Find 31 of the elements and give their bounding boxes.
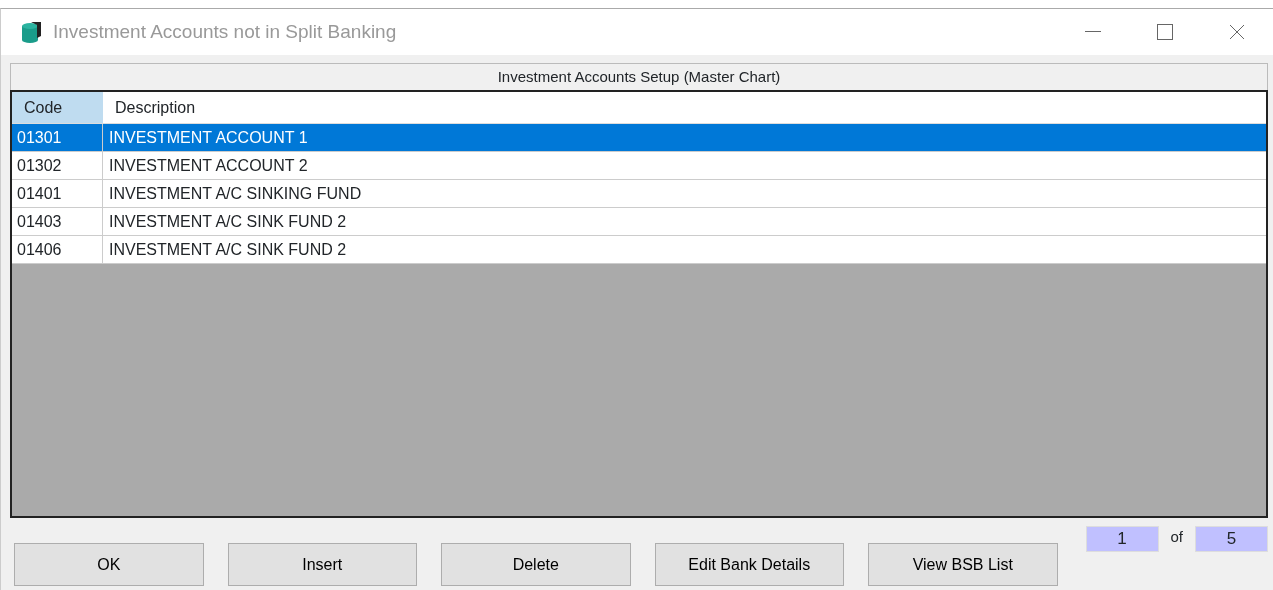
- grid-caption: Investment Accounts Setup (Master Chart): [10, 63, 1268, 90]
- of-label: of: [1170, 527, 1183, 547]
- total-records-field: 5: [1195, 526, 1268, 552]
- description-cell-text: INVESTMENT ACCOUNT 1: [108, 128, 309, 148]
- maximize-icon: [1157, 24, 1173, 40]
- minimize-icon: [1085, 31, 1101, 33]
- current-record-field: 1: [1085, 526, 1159, 552]
- table-row[interactable]: 01302 INVESTMENT ACCOUNT 2: [12, 152, 1266, 180]
- description-cell-text: INVESTMENT ACCOUNT 2: [108, 156, 309, 176]
- action-button[interactable]: View BSB List: [868, 543, 1058, 586]
- description-cell-text: INVESTMENT A/C SINK FUND 2: [108, 212, 348, 232]
- action-button[interactable]: Edit Bank Details: [654, 543, 844, 586]
- action-button[interactable]: Insert: [227, 543, 417, 586]
- database-icon: [21, 20, 43, 44]
- description-cell-text: INVESTMENT A/C SINK FUND 2: [108, 240, 348, 260]
- code-cell: 01302: [12, 152, 103, 179]
- action-button[interactable]: OK: [14, 543, 204, 586]
- table-row[interactable]: 01301 INVESTMENT ACCOUNT 1: [12, 124, 1266, 152]
- close-icon: [1229, 24, 1245, 40]
- table-row[interactable]: 01401 INVESTMENT A/C SINKING FUND: [12, 180, 1266, 208]
- table-row[interactable]: 01403 INVESTMENT A/C SINK FUND 2: [12, 208, 1266, 236]
- table-row[interactable]: 01406 INVESTMENT A/C SINK FUND 2: [12, 236, 1266, 264]
- code-cell: 01406: [12, 236, 103, 263]
- window-title: Investment Accounts not in Split Banking: [53, 19, 397, 44]
- column-header[interactable]: Code: [12, 92, 103, 123]
- code-cell: 01401: [12, 180, 103, 207]
- description-cell-text: INVESTMENT A/C SINKING FUND: [108, 184, 363, 204]
- code-cell: 01403: [12, 208, 103, 235]
- code-cell: 01301: [12, 124, 103, 151]
- action-button[interactable]: Delete: [441, 543, 631, 586]
- column-header[interactable]: Description: [103, 92, 1266, 123]
